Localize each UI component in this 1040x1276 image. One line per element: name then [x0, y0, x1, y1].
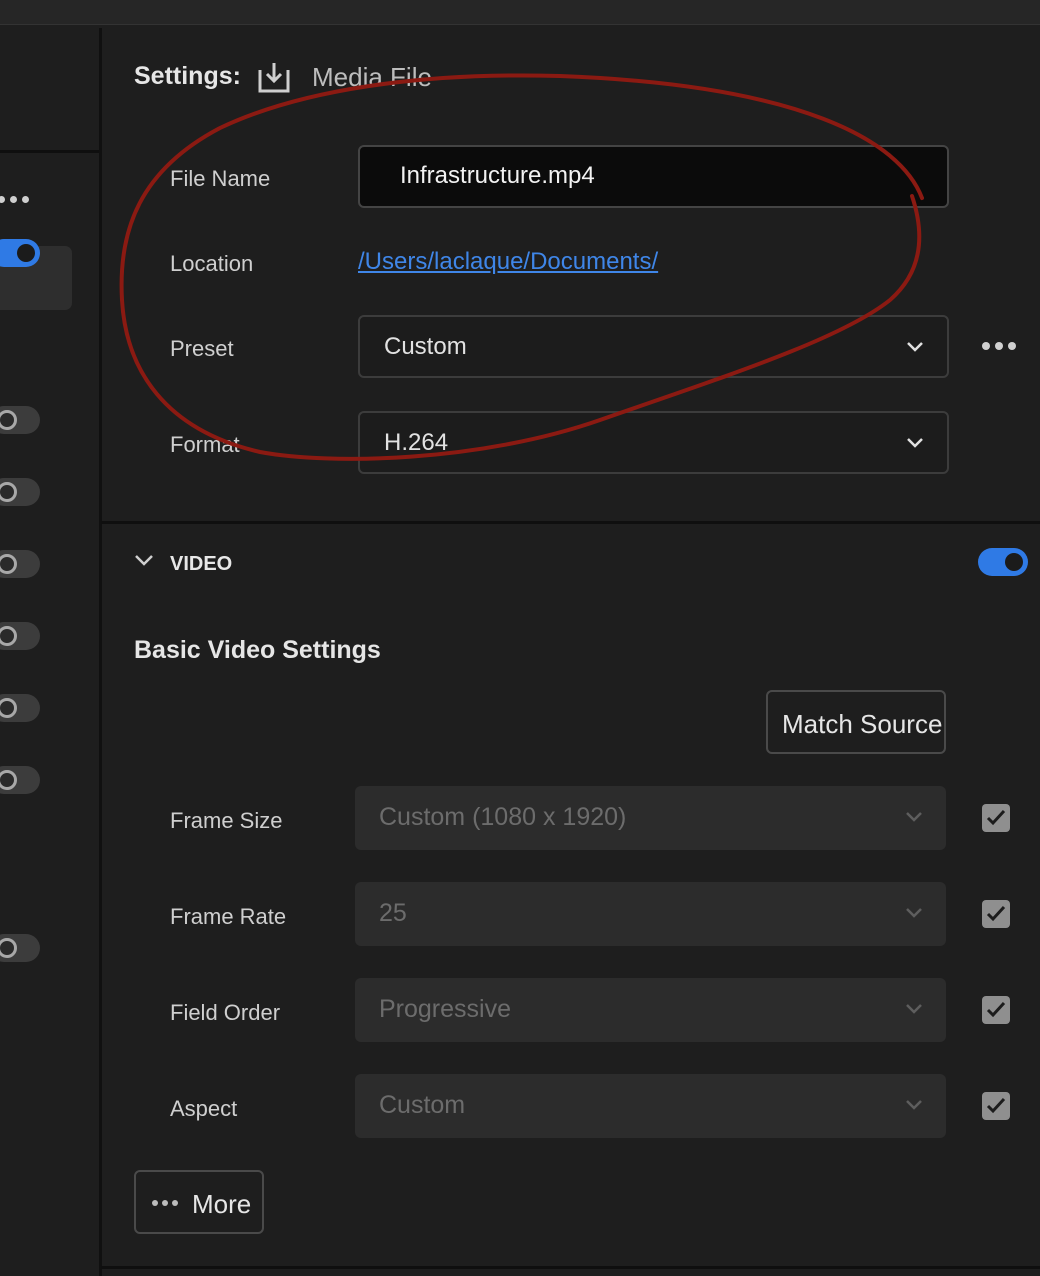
aspect-checkbox[interactable]	[982, 1092, 1010, 1120]
aspect-label: Aspect	[170, 1096, 238, 1121]
checkmark-icon	[986, 905, 1006, 922]
video-toggle[interactable]	[978, 548, 1028, 576]
sidebar-toggle[interactable]	[0, 766, 40, 794]
aspect-dropdown[interactable]: Custom	[355, 1074, 946, 1138]
sidebar-toggle[interactable]	[0, 550, 40, 578]
video-section-label: VIDEO	[170, 553, 233, 575]
field-order-value: Progressive	[379, 995, 511, 1023]
file-name-field[interactable]: Infrastructure.mp4	[358, 145, 949, 208]
frame-size-dropdown[interactable]: Custom (1080 x 1920)	[355, 786, 946, 850]
settings-title: Settings:	[134, 62, 241, 90]
destination-label: Media File	[312, 62, 432, 92]
match-source-button[interactable]: Match Source	[766, 690, 946, 754]
chevron-down-icon	[906, 908, 922, 918]
location-link[interactable]: /Users/laclaque/Documents/	[358, 248, 658, 276]
export-icon	[258, 63, 290, 93]
file-name-label: File Name	[170, 166, 271, 191]
checkmark-icon	[986, 1001, 1006, 1018]
sidebar-divider	[0, 150, 99, 153]
file-name-value: Infrastructure.mp4	[400, 162, 595, 189]
checkmark-icon	[986, 1097, 1006, 1114]
field-order-label: Field Order	[170, 1000, 281, 1025]
sidebar-toggle[interactable]	[0, 934, 40, 962]
frame-size-value: Custom (1080 x 1920)	[379, 803, 627, 831]
frame-rate-checkbox[interactable]	[982, 900, 1010, 928]
field-order-dropdown[interactable]: Progressive	[355, 978, 946, 1042]
format-dropdown[interactable]: H.264	[358, 411, 949, 474]
sidebar-toggle-on[interactable]	[0, 239, 40, 267]
chevron-down-icon	[906, 1004, 922, 1014]
format-value: H.264	[384, 429, 449, 456]
format-label: Format	[170, 432, 240, 457]
preset-more-icon[interactable]	[982, 342, 1016, 350]
chevron-down-icon	[906, 812, 922, 822]
aspect-value: Custom	[379, 1091, 466, 1119]
sidebar	[0, 26, 99, 1276]
frame-size-label: Frame Size	[170, 808, 283, 833]
frame-rate-value: 25	[379, 899, 407, 927]
frame-size-checkbox[interactable]	[982, 804, 1010, 832]
section-divider	[101, 1266, 1040, 1269]
more-label: More	[192, 1189, 252, 1219]
preset-dropdown[interactable]: Custom	[358, 315, 949, 378]
location-label: Location	[170, 251, 254, 276]
basic-video-settings-title: Basic Video Settings	[134, 636, 381, 664]
section-divider	[101, 521, 1040, 524]
field-order-checkbox[interactable]	[982, 996, 1010, 1024]
checkmark-icon	[986, 809, 1006, 826]
sidebar-toggle[interactable]	[0, 694, 40, 722]
ellipsis-icon	[152, 1200, 178, 1206]
top-bar	[0, 0, 1040, 25]
chevron-down-icon	[907, 342, 923, 352]
match-source-label: Match Source	[782, 709, 943, 739]
frame-rate-dropdown[interactable]: 25	[355, 882, 946, 946]
sidebar-toggle[interactable]	[0, 478, 40, 506]
more-button[interactable]: More	[134, 1170, 264, 1234]
sidebar-toggle[interactable]	[0, 406, 40, 434]
preset-label: Preset	[170, 336, 234, 361]
preset-value: Custom	[384, 333, 467, 360]
sidebar-more-icon[interactable]	[0, 196, 29, 203]
sidebar-toggle[interactable]	[0, 622, 40, 650]
chevron-down-icon	[906, 1100, 922, 1110]
chevron-down-icon	[907, 438, 923, 448]
frame-rate-label: Frame Rate	[170, 904, 287, 929]
collapse-chevron-icon[interactable]	[134, 550, 154, 570]
panel-divider	[99, 28, 102, 1276]
